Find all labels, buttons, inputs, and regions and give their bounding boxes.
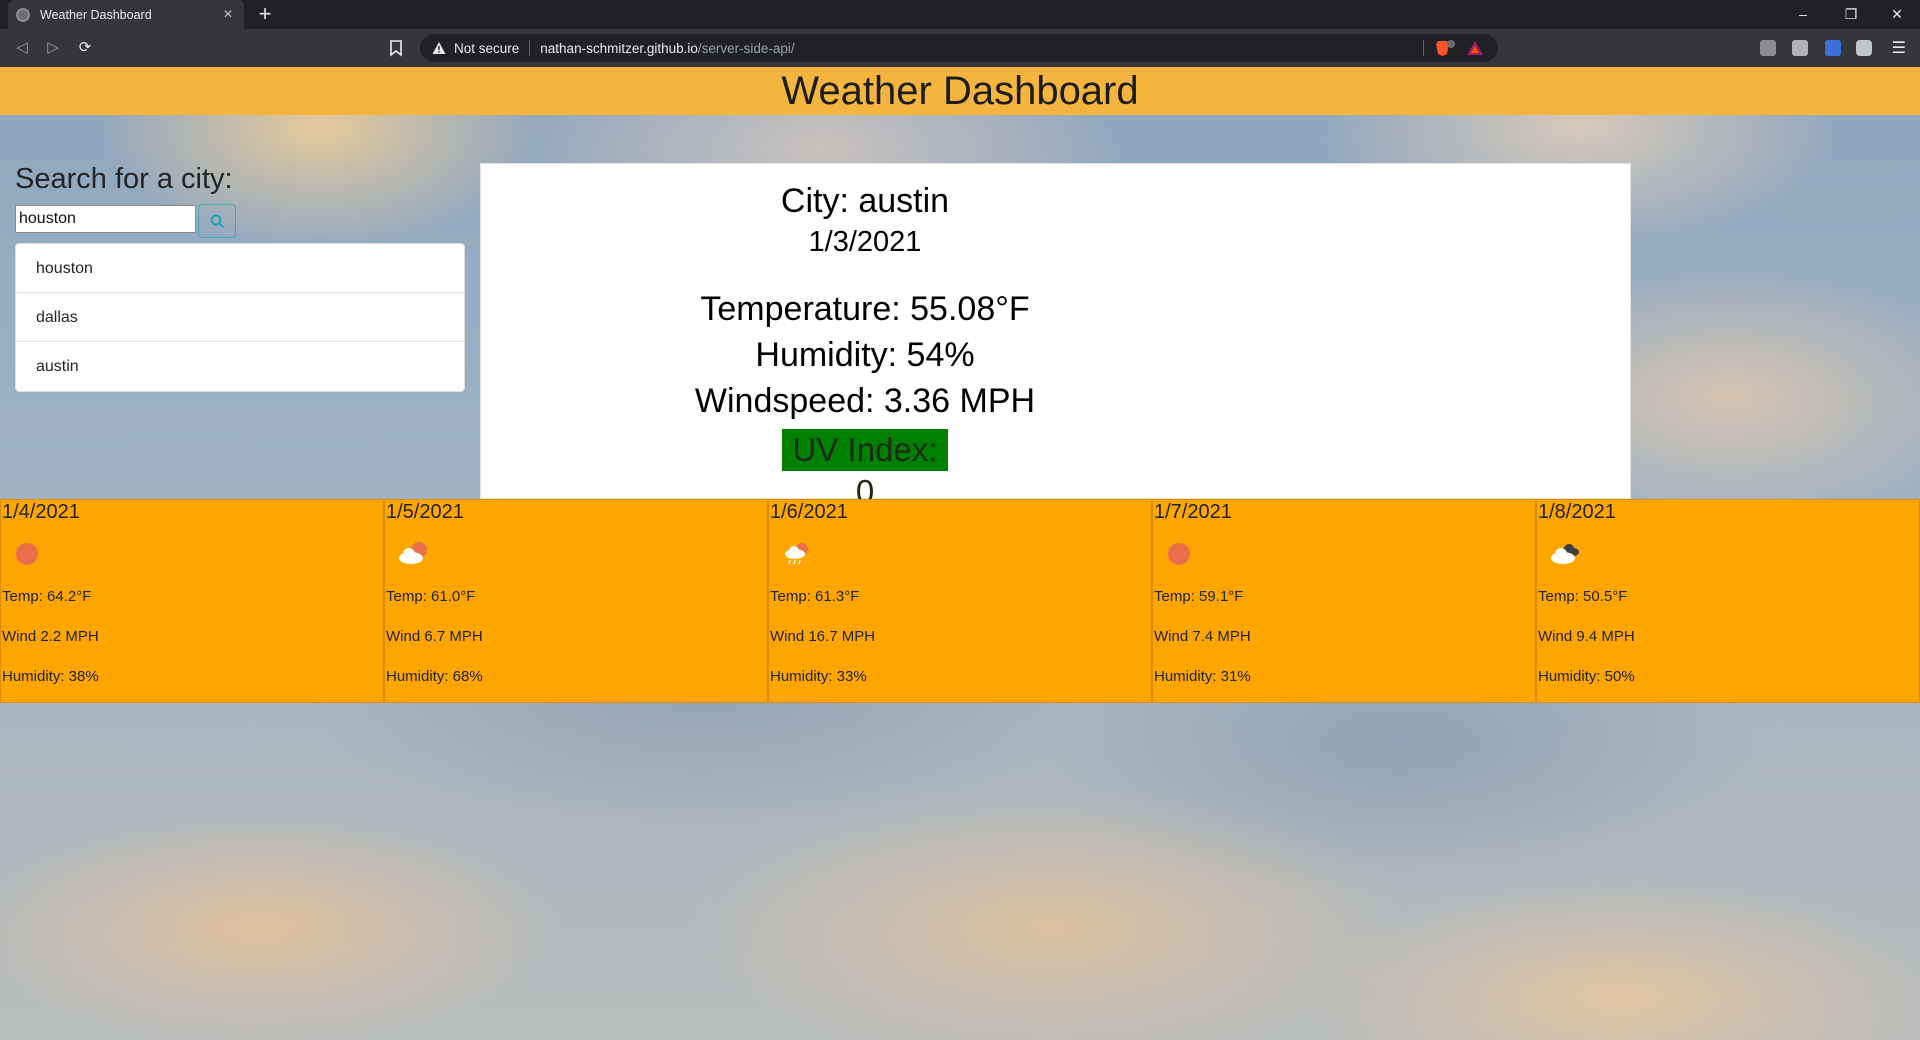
new-tab-icon[interactable]: +	[254, 3, 276, 25]
forecast-card: 1/6/2021 Temp: 61.3°F Wind 16.7 MPH Humi…	[768, 499, 1152, 703]
page-title: Weather Dashboard	[781, 69, 1139, 113]
back-icon[interactable]: ◁	[11, 38, 33, 58]
uv-index-badge: UV Index: 0	[782, 429, 948, 510]
forward-icon[interactable]: ▷	[42, 38, 64, 58]
clear-sun-icon	[1168, 543, 1190, 565]
forecast-card: 1/5/2021 Temp: 61.0°F Wind 6.7 MPH Humid…	[384, 499, 768, 703]
forecast-temp: Temp: 61.0°F	[386, 588, 476, 605]
forecast-temp: Temp: 61.3°F	[770, 588, 860, 605]
url-separator	[529, 40, 531, 56]
current-weather-card: City: austin 1/3/2021 Temperature: 55.08…	[480, 163, 1631, 510]
tab-close-icon[interactable]: ×	[220, 6, 236, 24]
forecast-date: 1/7/2021	[1154, 501, 1232, 523]
browser-toolbar: ◁ ▷ ⟳ Not secure nathan-schmitzer.github…	[0, 29, 1920, 67]
forecast-humidity: Humidity: 50%	[1538, 668, 1635, 685]
browser-tab[interactable]: Weather Dashboard ×	[8, 0, 244, 29]
forecast-temp: Temp: 50.5°F	[1538, 588, 1628, 605]
forecast-card: 1/8/2021 Temp: 50.5°F Wind 9.4 MPH Humid…	[1536, 499, 1920, 703]
city-search-input[interactable]	[15, 205, 196, 233]
address-bar[interactable]: Not secure nathan-schmitzer.github.io/se…	[420, 34, 1498, 62]
extensions-puzzle-icon[interactable]	[1856, 40, 1872, 56]
browser-tab-bar: Weather Dashboard × + – ❐ ✕	[0, 0, 1920, 29]
broken-clouds-icon	[1551, 544, 1579, 564]
history-item[interactable]: dallas	[16, 293, 464, 342]
forecast-date: 1/5/2021	[386, 501, 464, 523]
search-button[interactable]	[198, 204, 236, 238]
forecast-temp: Temp: 59.1°F	[1154, 588, 1244, 605]
url-host: nathan-schmitzer.github.io	[540, 40, 698, 56]
forecast-date: 1/8/2021	[1538, 501, 1616, 523]
partly-cloudy-icon	[399, 542, 427, 564]
forecast-wind: Wind 9.4 MPH	[1538, 628, 1635, 645]
forecast-wind: Wind 6.7 MPH	[386, 628, 483, 645]
search-icon	[210, 214, 225, 229]
security-label[interactable]: Not secure	[454, 41, 519, 56]
forecast-humidity: Humidity: 33%	[770, 668, 867, 685]
page-header: Weather Dashboard	[0, 67, 1920, 115]
extension-icon-2[interactable]	[1792, 40, 1808, 56]
url-path: /server-side-api/	[697, 40, 795, 56]
reload-icon[interactable]: ⟳	[74, 38, 96, 58]
current-windspeed: Windspeed: 3.36 MPH	[694, 382, 1036, 420]
tab-title: Weather Dashboard	[40, 7, 152, 22]
current-temperature: Temperature: 55.08°F	[700, 290, 1030, 328]
page-viewport: Weather Dashboard Search for a city: hou…	[0, 67, 1920, 1040]
bookmark-icon[interactable]	[388, 37, 404, 59]
warning-icon	[432, 42, 446, 54]
forecast-humidity: Humidity: 31%	[1154, 668, 1251, 685]
current-date: 1/3/2021	[808, 226, 922, 258]
extension-icon-1[interactable]	[1760, 40, 1776, 56]
forecast-date: 1/6/2021	[770, 501, 848, 523]
globe-icon	[16, 7, 30, 22]
menu-icon[interactable]: ☰	[1892, 38, 1906, 58]
forecast-wind: Wind 7.4 MPH	[1154, 628, 1251, 645]
forecast-temp: Temp: 64.2°F	[2, 588, 92, 605]
forecast-humidity: Humidity: 68%	[386, 668, 483, 685]
five-day-forecast: 1/4/2021 Temp: 64.2°F Wind 2.2 MPH Humid…	[0, 499, 1920, 703]
search-heading: Search for a city:	[15, 163, 233, 195]
current-city: City: austin	[780, 182, 950, 220]
clear-sun-icon	[16, 543, 38, 565]
forecast-date: 1/4/2021	[2, 501, 80, 523]
forecast-wind: Wind 2.2 MPH	[2, 628, 99, 645]
history-item[interactable]: austin	[16, 342, 464, 391]
current-humidity: Humidity: 54%	[755, 336, 975, 374]
forecast-card: 1/7/2021 Temp: 59.1°F Wind 7.4 MPH Humid…	[1152, 499, 1536, 703]
forecast-humidity: Humidity: 38%	[2, 668, 99, 685]
forecast-wind: Wind 16.7 MPH	[770, 628, 876, 645]
close-window-icon[interactable]: ✕	[1874, 0, 1920, 29]
search-history-list: houston dallas austin	[15, 243, 465, 392]
brave-shields-icon[interactable]	[1434, 39, 1456, 57]
forecast-card: 1/4/2021 Temp: 64.2°F Wind 2.2 MPH Humid…	[0, 499, 384, 703]
history-item[interactable]: houston	[16, 244, 464, 293]
brave-rewards-icon[interactable]	[1466, 40, 1484, 56]
url-end-separator	[1423, 40, 1424, 56]
rain-sun-icon	[785, 543, 808, 565]
restore-icon[interactable]: ❐	[1828, 0, 1874, 29]
extension-icon-3[interactable]	[1825, 40, 1841, 56]
minimize-icon[interactable]: –	[1780, 0, 1826, 29]
